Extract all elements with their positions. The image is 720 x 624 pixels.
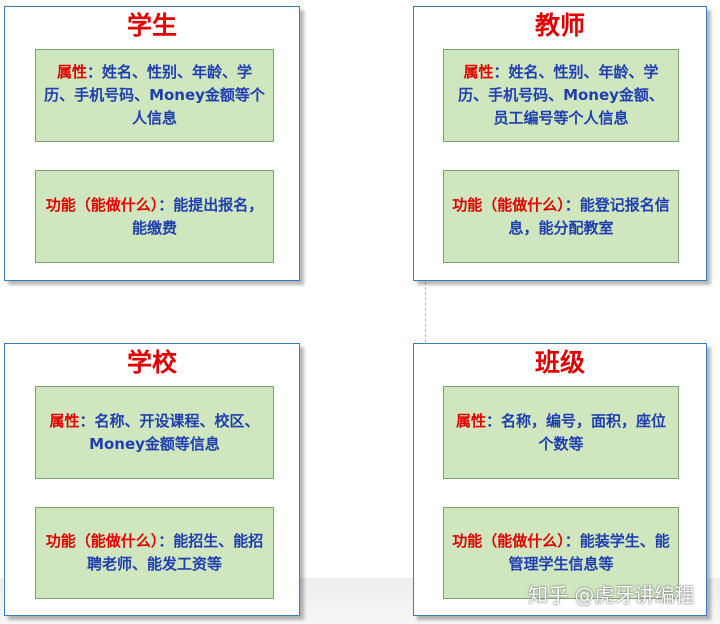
- attributes-panel: 属性：名称、开设课程、校区、Money金额等信息: [35, 386, 274, 479]
- functions-separator: ：: [158, 195, 174, 214]
- attributes-separator: ：: [86, 63, 102, 81]
- functions-panel: 功能（能做什么）：能登记报名信息，能分配教室: [443, 170, 679, 263]
- watermark-text: 知乎 @虎牙讲编程: [528, 583, 695, 607]
- card-title: 教师: [534, 11, 585, 40]
- card-title: 班级: [534, 348, 585, 377]
- card-title: 学生: [126, 11, 177, 40]
- card-title: 学校: [126, 348, 177, 377]
- dashed-divider: [425, 282, 426, 342]
- functions-separator: ：: [564, 195, 580, 214]
- card-teacher: 教师 属性：姓名、性别、年龄、学历、手机号码、Money金额、员工编号等个人信息…: [413, 6, 707, 281]
- attributes-label: 属性: [455, 411, 486, 430]
- card-student: 学生 属性：姓名、性别、年龄、学历、手机号码、Money金额等个人信息 功能（能…: [4, 6, 300, 281]
- attributes-label: 属性: [56, 63, 87, 81]
- attributes-panel: 属性：姓名、性别、年龄、学历、手机号码、Money金额等个人信息: [35, 49, 274, 142]
- functions-separator: ：: [158, 532, 174, 550]
- attributes-text: 名称、开设课程、校区、Money金额等信息: [89, 411, 260, 453]
- functions-label: 功能（能做什么）: [45, 195, 159, 214]
- attributes-label: 属性: [49, 411, 80, 430]
- attributes-separator: ：: [493, 63, 509, 81]
- functions-label: 功能（能做什么）: [452, 195, 565, 214]
- attributes-panel: 属性：名称，编号，面积，座位个数等: [443, 386, 679, 479]
- attributes-separator: ：: [79, 411, 95, 430]
- attributes-panel: 属性：姓名、性别、年龄、学历、手机号码、Money金额、员工编号等个人信息: [443, 49, 679, 142]
- attributes-text: 名称，编号，面积，座位个数等: [501, 411, 667, 453]
- functions-separator: ：: [564, 532, 580, 550]
- functions-panel: 功能（能做什么）：能提出报名，能缴费: [35, 170, 274, 263]
- card-class: 班级 属性：名称，编号，面积，座位个数等 功能（能做什么）：能装学生、能管理学生…: [413, 343, 707, 616]
- functions-label: 功能（能做什么）: [45, 532, 159, 550]
- attributes-label: 属性: [463, 63, 494, 81]
- functions-label: 功能（能做什么）: [452, 532, 565, 550]
- functions-panel: 功能（能做什么）：能招生、能招聘老师、能发工资等: [35, 507, 274, 599]
- card-school: 学校 属性：名称、开设课程、校区、Money金额等信息 功能（能做什么）：能招生…: [4, 343, 300, 616]
- attributes-separator: ：: [485, 411, 501, 430]
